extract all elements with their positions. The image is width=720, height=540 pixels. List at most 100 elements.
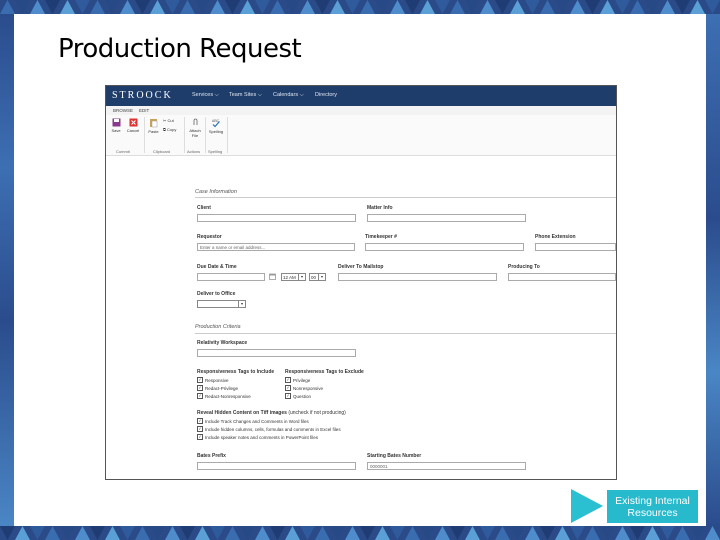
stroock-logo: STROOCK [112, 90, 173, 101]
nav-team-sites[interactable]: Team Sites ⌵ [229, 92, 262, 99]
matter-info-label: Matter Info [367, 205, 393, 211]
tag-exclude-text: Nonresponsive [293, 386, 324, 392]
bates-prefix-input[interactable] [197, 462, 356, 470]
copy-label: Copy [166, 127, 177, 132]
tag-include-text: Responsive [205, 378, 229, 384]
top-navigation-bar: STROOCK Services ⌵ Team Sites ⌵ Calendar… [106, 86, 616, 106]
reveal-text: Include speaker notes and comments in Po… [205, 435, 319, 441]
timekeeper-label: Timekeeper # [365, 234, 397, 240]
ribbon-toolbar: Save Cancel Paste ✂ Cut ⧉ Copy Attach Fi… [106, 115, 616, 156]
due-date-input[interactable] [197, 273, 265, 281]
checkbox-checked-icon: ✓ [197, 385, 203, 391]
tag-include-checkbox[interactable]: ✓ Redact-Privilege [197, 385, 239, 392]
ribbon-separator [184, 117, 185, 153]
tag-exclude-text: Privilege [293, 378, 311, 384]
due-minute-value: 00 [311, 275, 317, 280]
save-button[interactable]: Save [109, 118, 123, 133]
resources-button-label: Existing Internal Resources [615, 494, 690, 519]
calendar-icon[interactable] [269, 273, 276, 280]
bottom-pattern-band [0, 526, 720, 540]
checkbox-checked-icon: ✓ [197, 418, 203, 424]
reveal-hidden-label: Reveal Hidden Content on Tiff images (un… [197, 410, 346, 416]
cut-icon: ✂ [163, 118, 167, 123]
requestor-input[interactable]: Enter a name or email address... [197, 243, 355, 251]
section-divider [195, 197, 616, 198]
producing-to-input[interactable] [508, 273, 616, 281]
paste-label: Paste [148, 129, 159, 134]
bates-prefix-label: Bates Prefix [197, 453, 226, 459]
matter-info-input[interactable] [367, 214, 526, 222]
case-information-heading: Case Information [195, 189, 237, 195]
tag-include-text: Redact-Privilege [205, 386, 239, 392]
group-actions: Actions [187, 149, 201, 154]
paperclip-icon [193, 118, 197, 125]
deliver-mailstop-label: Deliver To Mailstop [338, 264, 384, 270]
copy-button[interactable]: ⧉ Copy [163, 127, 176, 132]
producing-to-label: Producing To [508, 264, 540, 270]
spelling-button[interactable]: ABC Spelling [207, 118, 225, 134]
deliver-office-select[interactable]: ▾ [197, 300, 246, 308]
copy-icon: ⧉ [163, 127, 166, 132]
deliver-office-label: Deliver to Office [197, 291, 236, 297]
nav-services[interactable]: Services ⌵ [192, 92, 219, 99]
tag-include-checkbox[interactable]: ✓ Responsive [197, 377, 229, 384]
nav-calendars[interactable]: Calendars ⌵ [273, 92, 304, 99]
attach-file-label: Attach File [189, 128, 201, 138]
checkbox-checked-icon: ✓ [197, 434, 203, 440]
chevron-down-icon: ▾ [298, 274, 305, 280]
nav-directory[interactable]: Directory [315, 92, 337, 98]
tag-exclude-checkbox[interactable]: ✓ Privilege [285, 377, 311, 384]
tags-include-label: Responsiveness Tags to Include [197, 369, 275, 375]
reveal-checkbox[interactable]: ✓ Include Track Changes and Comments in W… [197, 418, 309, 425]
client-label: Client [197, 205, 211, 211]
chevron-down-icon: ▾ [238, 301, 245, 307]
due-date-label: Due Date & Time [197, 264, 237, 270]
phone-extension-label: Phone Extension [535, 234, 576, 240]
timekeeper-input[interactable] [365, 243, 524, 251]
play-arrow-icon[interactable] [571, 489, 603, 523]
ribbon-separator [205, 117, 206, 153]
tab-browse[interactable]: BROWSE [113, 108, 133, 113]
tag-exclude-checkbox[interactable]: ✓ Nonresponsive [285, 385, 324, 392]
deliver-mailstop-input[interactable] [338, 273, 497, 281]
cancel-label: Cancel [126, 128, 140, 133]
due-minute-select[interactable]: 00 ▾ [309, 273, 326, 281]
checkbox-checked-icon: ✓ [197, 393, 203, 399]
left-pattern-band [0, 14, 14, 526]
form-screenshot: STROOCK Services ⌵ Team Sites ⌵ Calendar… [105, 85, 617, 480]
checkbox-checked-icon: ✓ [197, 426, 203, 432]
due-hour-select[interactable]: 12 AM ▾ [281, 273, 306, 281]
reveal-hidden-note: (uncheck if not producing) [288, 410, 346, 416]
phone-extension-input[interactable] [535, 243, 616, 251]
chevron-down-icon: ▾ [318, 274, 325, 280]
starting-bates-input[interactable]: 0000001 [367, 462, 526, 470]
relativity-workspace-input[interactable] [197, 349, 356, 357]
top-pattern-band [0, 0, 720, 14]
tag-include-checkbox[interactable]: ✓ Redact-Nonresponsive [197, 393, 251, 400]
client-input[interactable] [197, 214, 356, 222]
save-icon [112, 118, 120, 127]
tab-edit[interactable]: EDIT [139, 108, 149, 113]
reveal-checkbox[interactable]: ✓ Include speaker notes and comments in P… [197, 434, 319, 441]
reveal-hidden-title: Reveal Hidden Content on Tiff images [197, 410, 287, 416]
existing-internal-resources-button[interactable]: Existing Internal Resources [607, 490, 698, 523]
cut-button[interactable]: ✂ Cut [163, 118, 174, 123]
checkbox-checked-icon: ✓ [285, 393, 291, 399]
checkbox-checked-icon: ✓ [285, 377, 291, 383]
reveal-checkbox[interactable]: ✓ Include hidden columns, cells, formulas… [197, 426, 341, 433]
ribbon-separator [227, 117, 228, 153]
paste-button[interactable]: Paste [147, 118, 160, 134]
checkbox-checked-icon: ✓ [197, 377, 203, 383]
relativity-workspace-label: Relativity Workspace [197, 340, 248, 346]
section-divider [195, 333, 616, 334]
spelling-label: Spelling [208, 129, 224, 134]
right-pattern-band [706, 14, 720, 526]
group-clipboard: Clipboard [153, 149, 171, 154]
attach-file-button[interactable]: Attach File [186, 118, 204, 138]
triangle-pattern [0, 526, 720, 540]
reveal-text: Include hidden columns, cells, formulas … [205, 427, 341, 433]
cancel-button[interactable]: Cancel [125, 118, 141, 133]
tag-exclude-checkbox[interactable]: ✓ Question [285, 393, 311, 400]
group-spelling: Spelling [208, 149, 223, 154]
checkbox-checked-icon: ✓ [285, 385, 291, 391]
